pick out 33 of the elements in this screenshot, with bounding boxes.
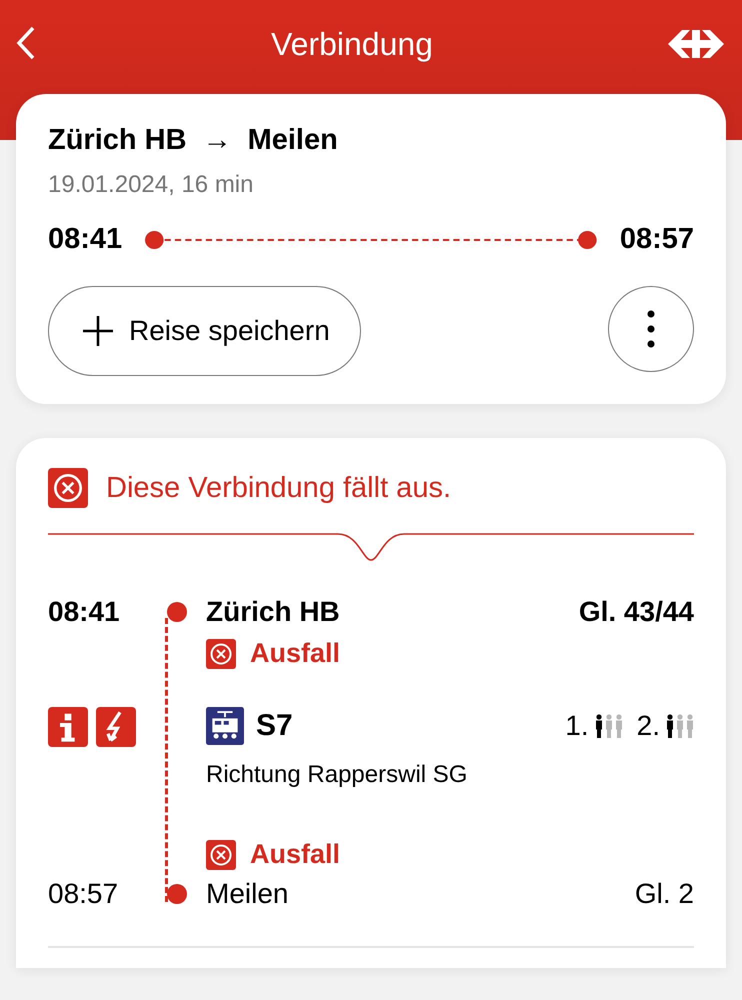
cancel-icon — [206, 840, 236, 870]
save-trip-button[interactable]: Reise speichern — [48, 286, 361, 376]
back-icon[interactable] — [16, 26, 36, 60]
logo-icon — [668, 29, 724, 59]
disruption-icon[interactable] — [96, 707, 136, 747]
class-label: 2. — [636, 709, 660, 743]
alert-message: Diese Verbindung fällt aus. — [106, 472, 451, 504]
from-station: Zürich HB — [48, 124, 187, 157]
screen-title: Verbindung — [271, 26, 433, 63]
arrow-symbol: → — [202, 124, 232, 157]
stop-name: Meilen — [206, 877, 288, 911]
stop-dot — [167, 884, 187, 904]
more-icon — [647, 309, 655, 349]
info-icon[interactable] — [48, 707, 88, 747]
train-icon — [206, 707, 244, 745]
cancel-icon — [206, 638, 236, 668]
stop-name: Zürich HB — [206, 595, 340, 629]
plus-icon — [83, 316, 113, 346]
to-station: Meilen — [248, 124, 338, 157]
cancel-status: Ausfall — [250, 839, 340, 870]
date-duration: 19.01.2024, 16 min — [48, 171, 254, 199]
stop-time: 08:57 — [48, 877, 120, 911]
platform: Gl. 43/44 — [578, 595, 694, 629]
arrival-time: 08:57 — [620, 223, 694, 256]
stop-time: 08:41 — [48, 595, 121, 629]
stop-dot — [167, 602, 187, 622]
class-label: 1. — [565, 709, 589, 743]
departure-time: 08:41 — [48, 223, 122, 256]
cancel-icon — [48, 468, 88, 508]
line-number: S7 — [256, 708, 293, 744]
cancel-status: Ausfall — [250, 638, 340, 669]
platform: Gl. 2 — [634, 877, 694, 911]
direction: Richtung Rapperswil SG — [206, 761, 468, 789]
